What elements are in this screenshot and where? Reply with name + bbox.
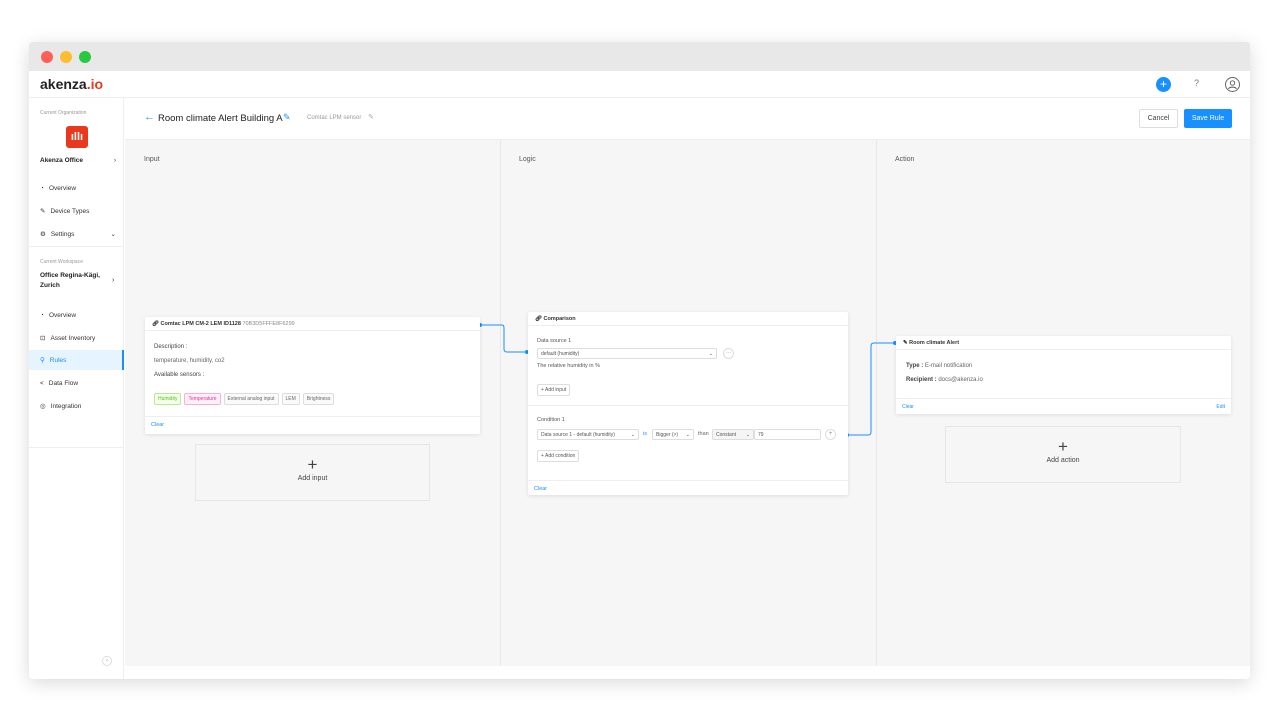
data-source-select[interactable]: default (humidity) ⌄: [537, 348, 717, 359]
link-icon: 🔗︎: [152, 321, 159, 327]
chevron-down-icon: ⌄: [708, 350, 713, 357]
condition-label: Condition 1: [537, 417, 565, 423]
plus-icon: +: [1058, 437, 1068, 456]
divider: [528, 405, 848, 406]
input-device-card[interactable]: 🔗︎ Comtac LPM CM-2 LEM ID1128 70B3D5FFFE…: [145, 317, 480, 434]
divider: [528, 480, 848, 481]
recipient-email: docs@akenza.io: [938, 377, 983, 383]
sensors-label: Available sensors :: [154, 372, 205, 378]
sensor-tag-lem: LEM: [281, 393, 300, 405]
device-id: 70B3D5FFFE8F6299: [242, 321, 295, 327]
add-sub-condition-button[interactable]: +: [825, 429, 836, 440]
sensor-tag-analog: External analog input: [223, 393, 279, 405]
than-label: than: [698, 431, 709, 437]
comparison-logic-card[interactable]: 🔗︎ Comparison Data source 1 default (hum…: [528, 312, 848, 495]
value-type: Constant: [716, 431, 737, 438]
chevron-down-icon: ⌄: [630, 431, 635, 438]
type-label: Type :: [906, 363, 924, 369]
operator-value: Bigger (>): [656, 431, 679, 438]
app-window: akenza.io + ? Current Organization ıllı …: [29, 42, 1250, 679]
add-input-button[interactable]: + Add input: [195, 444, 430, 501]
action-title: Room climate Alert: [909, 340, 960, 346]
sensor-tag-humidity: Humidity: [154, 393, 182, 405]
action-card[interactable]: ✎ Room climate Alert Type : E-mail notif…: [896, 336, 1231, 414]
condition-source-select[interactable]: Data source 1 - default (humidity) ⌄: [537, 429, 639, 440]
is-label: is: [643, 431, 647, 437]
edit-action-link[interactable]: Edit: [1216, 404, 1225, 410]
logic-action-connector: [847, 342, 895, 436]
add-condition-button[interactable]: + Add condition: [537, 450, 580, 462]
condition-source-value: Data source 1 - default (humidity): [541, 431, 615, 438]
sensor-tag-temperature: Temperature: [184, 393, 221, 405]
divider: [896, 398, 1231, 399]
add-data-source-button[interactable]: + Add input: [537, 384, 571, 396]
chevron-down-icon: ⌄: [745, 431, 750, 438]
data-source-value: default (humidity): [541, 350, 580, 357]
clear-logic-link[interactable]: Clear: [534, 486, 547, 492]
more-options-button[interactable]: ···: [723, 348, 734, 359]
data-source-label: Data source 1: [537, 338, 572, 344]
add-action-button[interactable]: + Add action: [945, 426, 1181, 483]
chevron-down-icon: ⌄: [685, 431, 690, 438]
description-text: temperature, humidity, co2: [154, 358, 225, 364]
threshold-input[interactable]: 79: [754, 429, 821, 440]
action-type: E-mail notification: [924, 363, 973, 369]
add-action-label: Add action: [1046, 457, 1080, 464]
data-source-description: The relative humidity in %: [537, 363, 600, 369]
device-name: Comtac LPM CM-2 LEM ID1128: [160, 321, 241, 327]
sensor-tags: Humidity Temperature External analog input…: [154, 387, 337, 405]
clear-action-link[interactable]: Clear: [902, 404, 914, 410]
logic-title: Comparison: [543, 316, 576, 322]
operator-select[interactable]: Bigger (>) ⌄: [652, 429, 694, 440]
add-input-label: Add input: [297, 475, 328, 482]
value-type-select[interactable]: Constant ⌄: [712, 429, 754, 440]
input-logic-connector: [480, 324, 527, 353]
plus-icon: +: [307, 455, 318, 474]
divider: [145, 416, 480, 417]
clear-input-link[interactable]: Clear: [151, 422, 164, 428]
recipient-label: Recipient :: [906, 377, 937, 383]
sensor-tag-brightness: Brightness: [302, 393, 335, 405]
link-icon: 🔗︎: [535, 316, 542, 322]
edit-icon: ✎: [903, 340, 908, 346]
description-label: Description :: [154, 344, 188, 350]
